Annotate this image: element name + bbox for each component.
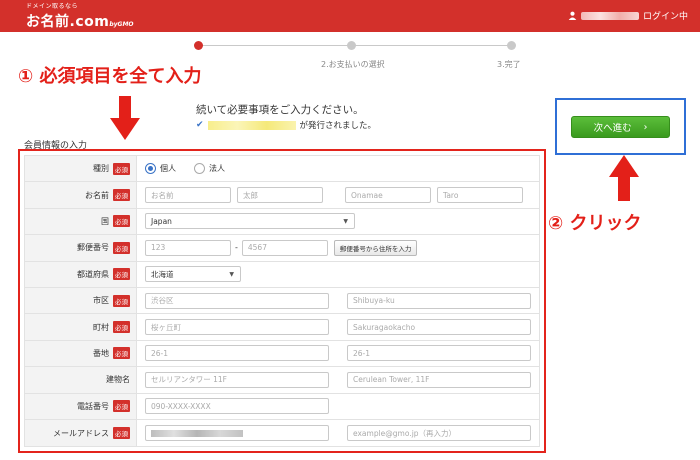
step-2-label: 2.お支払いの選択 [321,60,385,69]
postal-second-input[interactable]: 4567 [241,239,328,256]
postal-label: 郵便番号 [77,243,109,253]
logo-text: お名前.com [26,14,110,30]
email-label: メールアドレス [53,428,109,438]
notice-issued: ✔ が発行されました。 [196,119,376,131]
notice-issued-text: が発行されました。 [299,121,377,131]
town-roman-input[interactable]: Sakuragaokacho [347,319,531,336]
prefecture-value: 北海道 [151,269,174,279]
notice-title: 続いて必要事項をご入力ください。 [196,104,364,116]
form-row-country: 国必須 Japan ▼ [25,208,539,236]
form-row-postal: 郵便番号 必須 123 - 4567 郵便番号から住所を入力 [25,235,539,262]
required-badge: 必須 [113,268,130,281]
required-badge: 必須 [113,241,130,254]
form-row-type: 種別 必須 個人 法人 [25,156,539,183]
form-row-building: 建物名 セルリアンタワー 11F Cerulean Tower, 11F [25,367,539,394]
radio-corporation-label: 法人 [209,164,225,174]
chevron-down-icon: ▼ [343,217,348,225]
site-logo[interactable]: ドメイン取るなら お名前.combyGMO [26,3,134,30]
required-badge: 必須 [113,400,130,413]
building-label: 建物名 [106,375,130,385]
logo-gmo: byGMO [109,21,134,28]
first-name-input[interactable]: 太郎 [237,187,323,204]
required-badge: 必須 [113,215,130,228]
logo-tagline: ドメイン取るなら [26,3,79,10]
form-row-phone: 電話番号 必須 090-XXXX-XXXX [25,393,539,420]
radio-individual-label: 個人 [160,164,176,174]
first-name-roman-input[interactable]: Taro [437,187,523,204]
city-input[interactable]: 渋谷区 [145,292,329,309]
last-name-roman-input[interactable]: Onamae [345,187,431,204]
postal-separator: - [235,243,238,253]
chevron-down-icon: ▼ [229,270,234,278]
check-icon: ✔ [196,120,204,130]
form-highlight: 種別 必須 個人 法人 お名前 必須 お名前 太郎 Onamae Taro 国 … [18,149,546,453]
type-label: 種別 [93,164,109,174]
member-form: 種別 必須 個人 法人 お名前 必須 お名前 太郎 Onamae Taro 国 … [24,155,540,447]
email-confirm-input[interactable]: example@gmo.jp（再入力） [347,425,531,442]
next-button-highlight: 次へ進む › [555,98,686,155]
town-label: 町村 [93,322,109,332]
chevron-right-icon: › [643,121,648,133]
country-value: Japan [151,216,172,226]
next-button-label: 次へ進む [593,123,632,134]
city-label: 市区 [93,296,109,306]
required-badge: 必須 [113,347,130,360]
arrow-up-icon [609,155,639,201]
form-row-prefecture: 都道府県 必須 北海道 ▼ [25,261,539,288]
phone-label: 電話番号 [77,401,109,411]
email-value-masked [151,429,243,437]
city-roman-input[interactable]: Shibuya-ku [347,292,531,309]
building-input[interactable]: セルリアンタワー 11F [145,371,329,388]
step-1-dot [194,41,203,50]
form-row-city: 市区 必須 渋谷区 Shibuya-ku [25,287,539,315]
form-row-address: 番地 必須 26-1 26-1 [25,340,539,368]
radio-individual[interactable] [145,163,156,175]
login-status-label: ログイン中 [642,12,688,22]
last-name-input[interactable]: お名前 [145,187,231,204]
address-roman-input[interactable]: 26-1 [347,345,531,362]
postal-first-input[interactable]: 123 [145,239,231,256]
user-id-masked [580,11,639,20]
form-row-town: 町村 必須 桜ヶ丘町 Sakuragaokacho [25,314,539,341]
user-icon [568,11,577,20]
postal-lookup-button[interactable]: 郵便番号から住所を入力 [333,239,418,256]
step-3-dot [507,41,516,50]
annotation-click: ② クリック [548,213,642,234]
phone-input[interactable]: 090-XXXX-XXXX [145,398,329,415]
address-input[interactable]: 26-1 [145,345,329,362]
form-row-name: お名前 必須 お名前 太郎 Onamae Taro [25,182,539,209]
required-badge: 必須 [113,189,130,202]
prefecture-label: 都道府県 [77,269,109,279]
form-row-email: メールアドレス 必須 example@gmo.jp（再入力） [25,419,539,447]
next-button[interactable]: 次へ進む › [571,116,670,138]
top-header: ドメイン取るなら お名前.combyGMO ログイン中 [0,0,700,32]
address-label: 番地 [93,348,109,358]
required-badge: 必須 [113,162,130,175]
radio-corporation[interactable] [194,163,205,175]
name-label: お名前 [85,190,109,200]
annotation-fill-required: ① 必須項目を全て入力 [18,66,202,87]
prefecture-select[interactable]: 北海道 ▼ [145,266,241,283]
town-input[interactable]: 桜ヶ丘町 [145,319,329,336]
email-input[interactable] [145,425,329,442]
country-label: 国 [101,216,109,226]
required-badge: 必須 [113,294,130,307]
issued-id-masked [207,120,296,130]
required-badge: 必須 [113,427,130,440]
required-badge: 必須 [113,321,130,334]
login-status[interactable]: ログイン中 [568,9,688,22]
arrow-down-icon [110,96,140,140]
building-roman-input[interactable]: Cerulean Tower, 11F [347,371,531,388]
step-3-label: 3.完了 [497,60,521,69]
step-2-dot [347,41,356,50]
country-select[interactable]: Japan ▼ [145,213,355,230]
page: ドメイン取るなら お名前.combyGMO ログイン中 2.お支払いの選択 3.… [0,0,700,460]
